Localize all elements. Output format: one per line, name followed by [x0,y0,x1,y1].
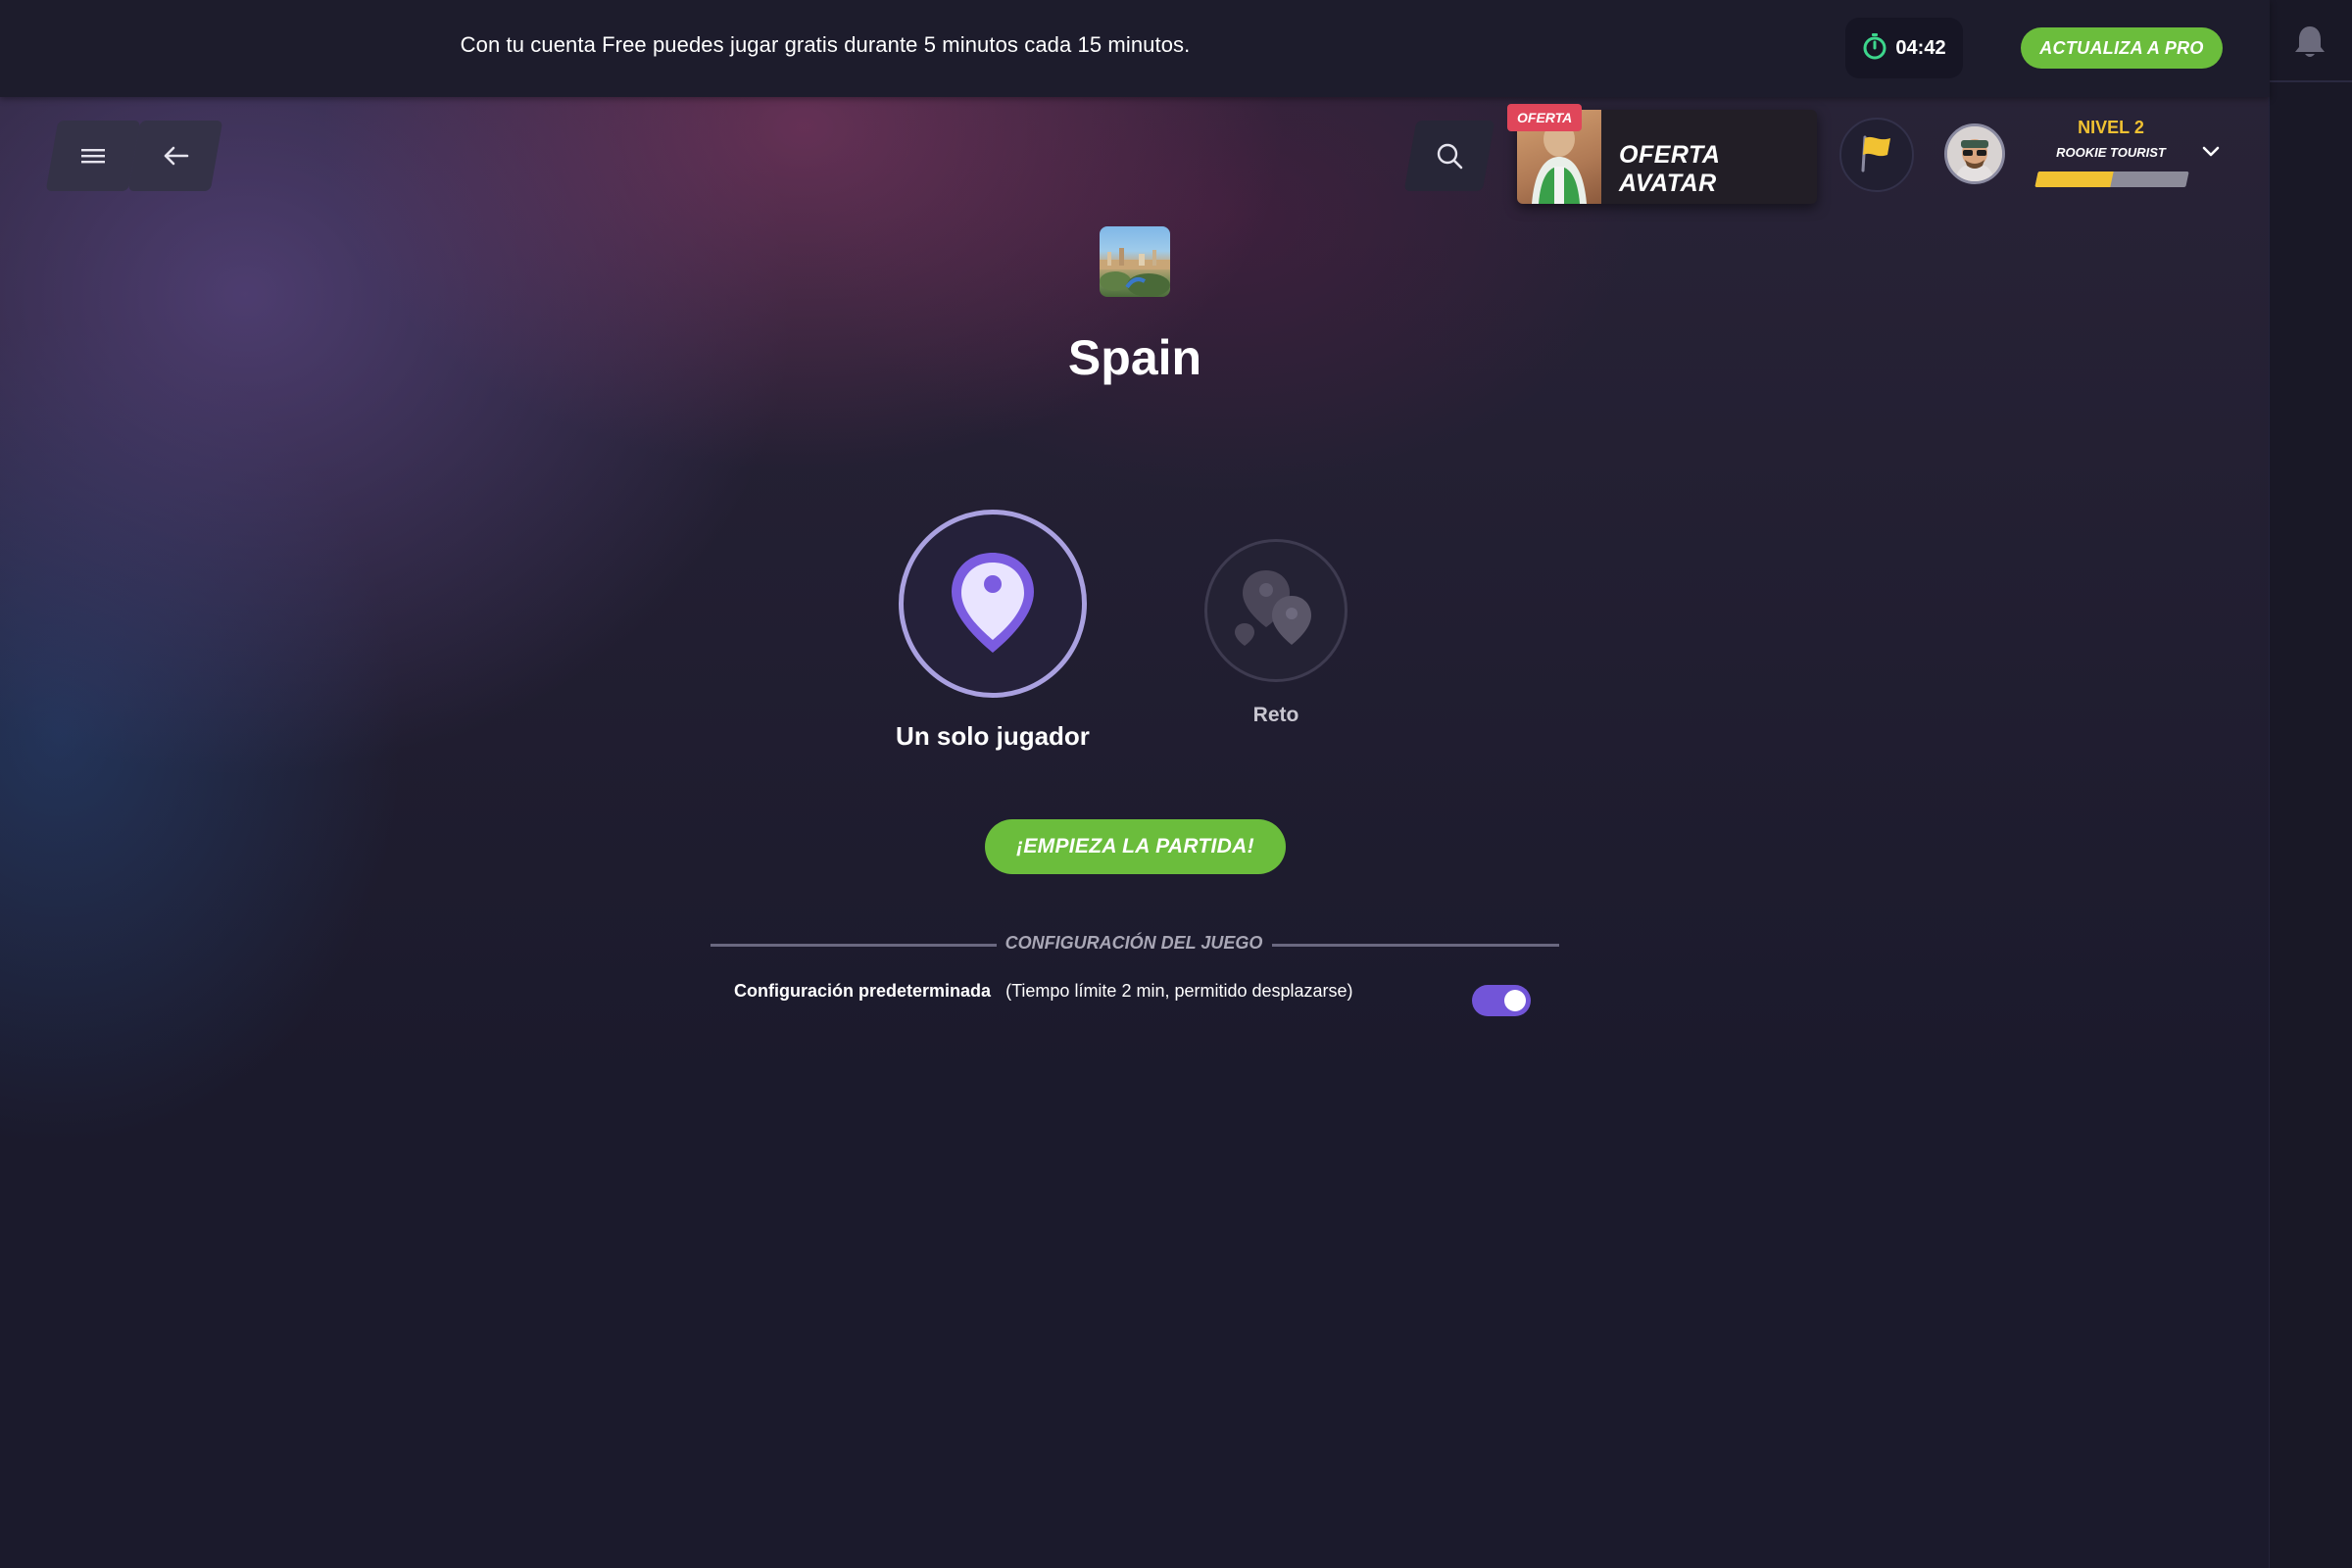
level-progress-bar [2034,172,2189,187]
offer-badge: OFERTA [1507,104,1583,131]
start-game-button[interactable]: ¡EMPIEZA LA PARTIDA! [985,819,1286,874]
chevron-down-icon[interactable] [2201,145,2221,164]
map-pin-icon [944,549,1042,663]
free-account-banner: Con tu cuenta Free puedes jugar gratis d… [0,0,2270,97]
mode-single-label[interactable]: Un solo jugador [843,721,1143,752]
config-heading: CONFIGURACIÓN DEL JUEGO [1004,933,1263,953]
config-default-detail: (Tiempo límite 2 min, permitido desplaza… [1005,981,1353,1001]
country-title: Spain [1067,330,1202,385]
toggle-knob [1504,990,1526,1011]
search-icon [1435,141,1464,171]
banner-message: Con tu cuenta Free puedes jugar gratis d… [460,32,1191,57]
main-area: OFERTA AVATAR NIVEL 2 ROOKIE TOURIST Spa… [0,0,2270,1568]
mode-challenge-label[interactable]: Reto [1178,704,1374,727]
menu-button[interactable] [45,121,141,191]
avatar[interactable] [1944,123,2005,184]
offer-title: OFERTA AVATAR [1619,141,1720,197]
mode-challenge[interactable] [1204,539,1348,682]
default-config-toggle[interactable] [1472,985,1531,1016]
back-button[interactable] [127,121,223,191]
flag-button[interactable] [1839,118,1914,192]
config-divider-left [710,944,997,947]
multi-pin-icon [1229,566,1323,660]
yellow-flag-icon [1857,131,1896,179]
arrow-left-icon [161,144,190,168]
config-divider-right [1272,944,1559,947]
upgrade-pro-button[interactable]: ACTUALIZA A PRO [2021,27,2223,69]
hamburger-menu-icon [79,146,107,166]
config-default-row: Configuración predeterminada (Tiempo lím… [734,981,1353,1002]
bell-icon[interactable] [2293,24,2327,59]
search-button[interactable] [1403,121,1495,191]
stopwatch-icon [1862,32,1887,65]
level-title: ROOKIE TOURIST [2056,145,2166,160]
sidebar-divider [2270,80,2352,82]
country-thumbnail [1100,226,1170,297]
config-default-label: Configuración predeterminada [734,981,992,1001]
level-label: NIVEL 2 [2078,118,2144,137]
timer-value: 04:42 [1895,36,1946,59]
level-progress-fill [2034,172,2114,187]
timer: 04:42 [1845,18,1963,78]
right-sidebar [2269,0,2352,1568]
mode-single-player[interactable] [899,510,1087,698]
